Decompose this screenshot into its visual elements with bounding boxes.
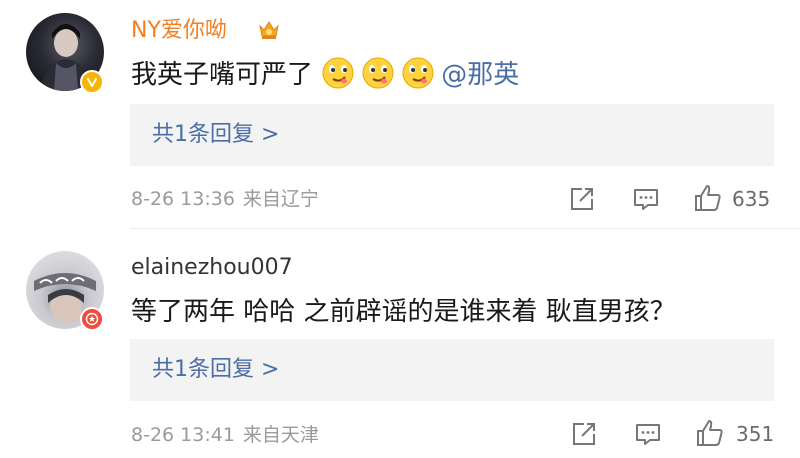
- view-replies-button[interactable]: 共1条回复 >: [130, 104, 774, 166]
- share-icon[interactable]: [570, 420, 598, 452]
- comment-date: 8-26 13:36: [131, 188, 235, 210]
- username[interactable]: elainezhou007: [131, 253, 293, 283]
- like-count: 351: [736, 422, 775, 446]
- comment-item: NY爱你呦 我英子嘴可严了 @那英 共1条回复 > 8-26 13:36 来自辽宁…: [0, 0, 800, 228]
- like-icon[interactable]: [694, 417, 726, 453]
- smirk-emoji-icon: [321, 56, 355, 90]
- comment-text: 我英子嘴可严了 @那英: [131, 56, 519, 93]
- comment-icon[interactable]: [632, 185, 660, 217]
- like-icon[interactable]: [692, 182, 724, 218]
- comment-meta: 8-26 13:41 来自天津: [131, 422, 319, 448]
- like-count: 635: [732, 187, 771, 211]
- comment-item: elainezhou007 等了两年 哈哈 之前辟谣的是谁来着 耿直男孩？ 共1…: [0, 229, 800, 458]
- crown-icon: [258, 18, 280, 46]
- smirk-emoji-icon: [401, 56, 435, 90]
- comment-body: 等了两年 哈哈 之前辟谣的是谁来着 耿直男孩？: [131, 297, 676, 327]
- view-replies-button[interactable]: 共1条回复 >: [130, 339, 774, 401]
- share-icon[interactable]: [568, 185, 596, 217]
- comment-text: 等了两年 哈哈 之前辟谣的是谁来着 耿直男孩？: [131, 294, 676, 330]
- star-badge-icon: [80, 307, 104, 331]
- mention-link[interactable]: @那英: [441, 60, 519, 90]
- comment-icon[interactable]: [634, 420, 662, 452]
- verified-v-icon: [80, 70, 104, 94]
- comment-source: 来自天津: [242, 424, 319, 446]
- smirk-emoji-icon: [361, 56, 395, 90]
- username[interactable]: NY爱你呦: [131, 16, 227, 46]
- comment-body: 我英子嘴可严了: [131, 60, 314, 90]
- comment-date: 8-26 13:41: [131, 424, 235, 446]
- comment-source: 来自辽宁: [242, 188, 319, 210]
- comment-meta: 8-26 13:36 来自辽宁: [131, 186, 319, 212]
